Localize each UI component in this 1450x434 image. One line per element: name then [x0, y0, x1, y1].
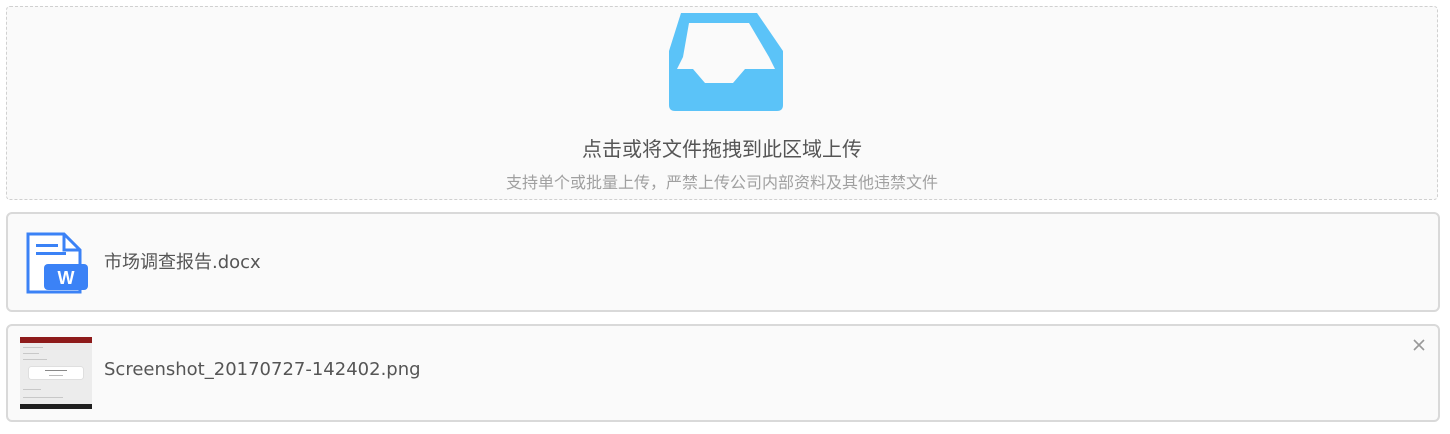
inbox-icon	[669, 13, 783, 111]
close-icon[interactable]	[1412, 338, 1426, 352]
svg-text:W: W	[58, 268, 75, 288]
file-list-item[interactable]: Screenshot_20170727-142402.png	[6, 324, 1440, 422]
upload-hint: 支持单个或批量上传，严禁上传公司内部资料及其他违禁文件	[505, 173, 938, 192]
file-name: 市场调查报告.docx	[104, 252, 261, 273]
upload-dropzone[interactable]: 点击或将文件拖拽到此区域上传 支持单个或批量上传，严禁上传公司内部资料及其他违禁…	[6, 6, 1438, 200]
word-file-icon: W	[26, 232, 88, 294]
file-list-item[interactable]: W 市场调查报告.docx	[6, 212, 1440, 312]
file-name: Screenshot_20170727-142402.png	[104, 359, 421, 380]
image-thumbnail	[20, 337, 92, 409]
upload-title: 点击或将文件拖拽到此区域上传	[582, 137, 862, 161]
